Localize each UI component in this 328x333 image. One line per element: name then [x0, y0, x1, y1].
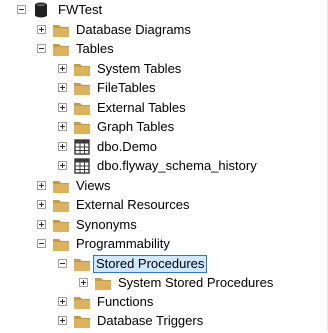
folder-icon [73, 255, 91, 273]
tree-node-label: System Tables [97, 61, 182, 76]
tree-node-database-diagrams[interactable]: Database Diagrams [0, 20, 328, 40]
folder-icon [73, 79, 91, 97]
expand-icon[interactable] [58, 161, 67, 170]
folder-icon [73, 99, 91, 117]
tree-node-tables[interactable]: Tables [0, 39, 328, 59]
expand-collapse-icon[interactable] [17, 5, 26, 14]
tree-node-graph-tables[interactable]: Graph Tables [0, 117, 328, 137]
expand-icon[interactable] [58, 122, 67, 131]
tree-node-filetables[interactable]: FileTables [0, 78, 328, 98]
tree-node-label: Synonyms [76, 217, 137, 232]
tree-node-system-tables[interactable]: System Tables [0, 59, 328, 79]
tree-node-label: External Resources [76, 197, 190, 212]
folder-icon [73, 293, 91, 311]
tree-node-synonyms[interactable]: Synonyms [0, 215, 328, 235]
tree-node-label: Tables [76, 41, 114, 56]
tree-node-programmability[interactable]: Programmability [0, 234, 328, 254]
folder-icon [52, 216, 70, 234]
folder-icon [73, 312, 91, 330]
tree-node-views[interactable]: Views [0, 176, 328, 196]
tree-node-label: Database Diagrams [76, 22, 191, 37]
expand-icon[interactable] [58, 297, 67, 306]
expand-icon[interactable] [37, 220, 46, 229]
folder-icon [52, 196, 70, 214]
tree-node-dbo-demo[interactable]: dbo.Demo [0, 137, 328, 157]
tree-node-label-selected: Stored Procedures [92, 255, 208, 273]
folder-icon [73, 118, 91, 136]
tree-node-label: FWTest [58, 2, 103, 17]
tree-node-label: Functions [97, 294, 154, 309]
folder-icon [52, 21, 70, 39]
expand-icon[interactable] [58, 64, 67, 73]
folder-icon [52, 235, 70, 253]
tree-node-label: Database Triggers [97, 313, 204, 328]
collapse-icon[interactable] [58, 259, 67, 268]
tree-node-label: External Tables [97, 100, 186, 115]
expand-icon[interactable] [58, 83, 67, 92]
expand-icon[interactable] [37, 181, 46, 190]
tree-node-stored-procedures[interactable]: Stored Procedures [0, 254, 328, 274]
expand-icon[interactable] [37, 200, 46, 209]
expand-icon[interactable] [79, 278, 88, 287]
tree-node-label: FileTables [97, 80, 156, 95]
table-icon [73, 138, 91, 156]
tree-node-functions[interactable]: Functions [0, 292, 328, 312]
folder-icon [73, 60, 91, 78]
expand-icon[interactable] [58, 142, 67, 151]
tree-node-external-resources[interactable]: External Resources [0, 195, 328, 215]
collapse-icon[interactable] [37, 239, 46, 248]
collapse-icon[interactable] [37, 44, 46, 53]
tree-node-label: dbo.flyway_schema_history [97, 158, 257, 173]
tree-node-label: Graph Tables [97, 119, 175, 134]
folder-icon [52, 40, 70, 58]
folder-icon [52, 177, 70, 195]
tree-node-label: System Stored Procedures [118, 275, 274, 290]
expand-icon[interactable] [37, 25, 46, 34]
tree-node-database-triggers[interactable]: Database Triggers [0, 311, 328, 331]
expand-icon[interactable] [58, 316, 67, 325]
tree-node-dbo-flyway-schema-history[interactable]: dbo.flyway_schema_history [0, 156, 328, 176]
tree-node-label: Views [76, 178, 111, 193]
database-icon [32, 1, 50, 19]
tree-node-fwtest[interactable]: FWTest [0, 0, 328, 20]
object-explorer-tree: FWTest Database Diagrams Tables System T… [0, 0, 328, 331]
tree-node-label: dbo.Demo [97, 139, 157, 154]
tree-node-system-stored-procedures[interactable]: System Stored Procedures [0, 273, 328, 293]
tree-node-external-tables[interactable]: External Tables [0, 98, 328, 118]
folder-icon [94, 274, 112, 292]
expand-icon[interactable] [58, 103, 67, 112]
table-icon [73, 157, 91, 175]
tree-node-label: Programmability [76, 236, 170, 251]
